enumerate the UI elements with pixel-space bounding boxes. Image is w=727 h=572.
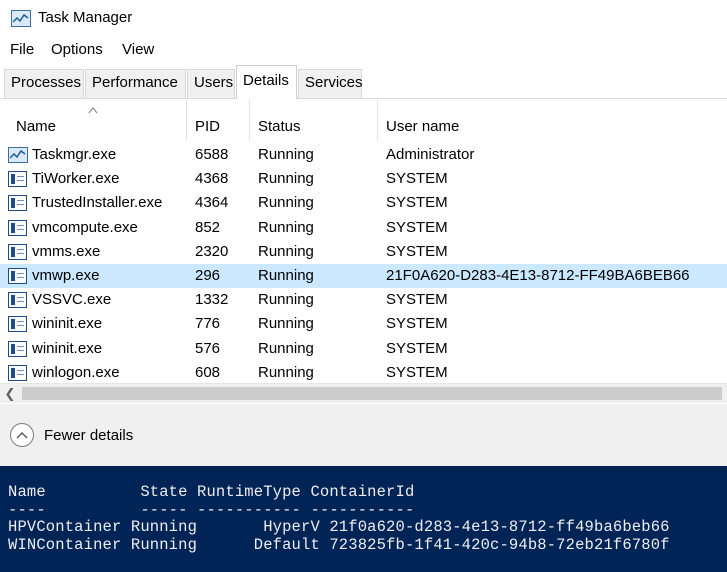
footer-bar: Fewer details xyxy=(0,404,727,466)
scroll-left-icon[interactable]: ❮ xyxy=(0,384,20,403)
process-icon xyxy=(8,364,27,381)
ps-output-line: HPVContainer Running HyperV 21f0a620-d28… xyxy=(8,518,670,536)
process-icon xyxy=(8,195,27,212)
table-row-selected[interactable]: vmwp.exe 296 Running 21F0A620-D283-4E13-… xyxy=(0,263,727,289)
powershell-output: Name State RuntimeType ContainerId ---- … xyxy=(0,466,727,572)
process-status: Running xyxy=(258,170,314,188)
process-icon xyxy=(8,243,27,260)
menu-file[interactable]: File xyxy=(10,41,34,58)
process-icon xyxy=(8,267,27,284)
process-user: SYSTEM xyxy=(386,218,448,236)
table-row[interactable]: wininit.exe 576 Running SYSTEM xyxy=(0,337,727,361)
scrollbar-thumb[interactable] xyxy=(22,387,722,400)
process-status: Running xyxy=(258,242,314,260)
process-user: SYSTEM xyxy=(386,194,448,212)
process-icon xyxy=(8,171,27,188)
process-name: vmms.exe xyxy=(32,242,101,260)
process-pid: 1332 xyxy=(195,291,229,309)
process-name: wininit.exe xyxy=(32,339,103,357)
table-row[interactable]: vmms.exe 2320 Running SYSTEM xyxy=(0,240,727,264)
ps-separator-line: ---- ----- ----------- ----------- xyxy=(8,501,415,519)
fewer-details-link[interactable]: Fewer details xyxy=(44,427,133,444)
process-pid: 296 xyxy=(195,266,221,284)
table-row[interactable]: TiWorker.exe 4368 Running SYSTEM xyxy=(0,167,727,191)
table-row[interactable]: TrustedInstaller.exe 4364 Running SYSTEM xyxy=(0,191,727,215)
column-divider[interactable] xyxy=(186,100,187,140)
column-divider[interactable] xyxy=(249,100,250,140)
process-icon xyxy=(8,292,27,309)
tab-details[interactable]: Details xyxy=(236,65,297,99)
menu-options[interactable]: Options xyxy=(51,41,103,58)
process-name: vmcompute.exe xyxy=(32,218,138,236)
process-pid: 776 xyxy=(195,315,221,333)
process-icon xyxy=(8,316,27,333)
table-row[interactable]: winlogon.exe 608 Running SYSTEM xyxy=(0,361,727,385)
process-name: TrustedInstaller.exe xyxy=(32,194,163,212)
task-manager-icon xyxy=(8,147,28,163)
process-status: Running xyxy=(258,266,314,284)
process-name: VSSVC.exe xyxy=(32,291,112,309)
process-status: Running xyxy=(258,339,314,357)
task-manager-icon xyxy=(11,10,31,27)
process-user: Administrator xyxy=(386,146,475,163)
menu-view[interactable]: View xyxy=(122,41,154,58)
details-grid: Name PID Status User name Taskmgr.exe 65… xyxy=(0,100,727,382)
column-header-user-name[interactable]: User name xyxy=(386,100,686,140)
column-header-pid[interactable]: PID xyxy=(195,100,250,140)
column-divider[interactable] xyxy=(377,100,378,140)
process-name: wininit.exe xyxy=(32,315,103,333)
process-name: winlogon.exe xyxy=(32,363,120,381)
table-row[interactable]: VSSVC.exe 1332 Running SYSTEM xyxy=(0,288,727,312)
column-header-name[interactable]: Name xyxy=(16,100,186,140)
ps-header-line: Name State RuntimeType ContainerId xyxy=(8,483,415,501)
process-name: TiWorker.exe xyxy=(32,170,120,188)
process-pid: 6588 xyxy=(195,146,229,163)
process-status: Running xyxy=(258,194,314,212)
process-user: SYSTEM xyxy=(386,363,448,381)
process-name: vmwp.exe xyxy=(32,266,100,284)
process-pid: 4364 xyxy=(195,194,229,212)
process-status: Running xyxy=(258,146,314,163)
process-name: Taskmgr.exe xyxy=(32,146,117,163)
process-pid: 4368 xyxy=(195,170,229,188)
process-pid: 2320 xyxy=(195,242,229,260)
ps-output-line: WINContainer Running Default 723825fb-1f… xyxy=(8,536,670,554)
table-row[interactable]: vmcompute.exe 852 Running SYSTEM xyxy=(0,216,727,240)
tab-users[interactable]: Users xyxy=(187,69,235,98)
process-icon xyxy=(8,340,27,357)
menu-bar: File Options View xyxy=(0,38,727,62)
process-user: SYSTEM xyxy=(386,170,448,188)
process-user: SYSTEM xyxy=(386,242,448,260)
process-user: SYSTEM xyxy=(386,291,448,309)
process-user: SYSTEM xyxy=(386,315,448,333)
chevron-up-icon[interactable] xyxy=(10,423,34,447)
tab-performance[interactable]: Performance xyxy=(85,69,186,98)
process-status: Running xyxy=(258,218,314,236)
process-list: Taskmgr.exe 6588 Running Administrator T… xyxy=(0,143,727,385)
column-header-status[interactable]: Status xyxy=(258,100,378,140)
process-pid: 576 xyxy=(195,339,221,357)
process-status: Running xyxy=(258,291,314,309)
tab-strip: Processes Performance Users Details Serv… xyxy=(0,63,727,99)
process-status: Running xyxy=(258,363,314,381)
tab-services[interactable]: Services xyxy=(298,69,363,98)
tab-processes[interactable]: Processes xyxy=(4,69,84,98)
process-pid: 608 xyxy=(195,363,221,381)
process-pid: 852 xyxy=(195,218,221,236)
table-row[interactable]: Taskmgr.exe 6588 Running Administrator xyxy=(0,143,727,167)
table-row[interactable]: wininit.exe 776 Running SYSTEM xyxy=(0,312,727,336)
process-icon xyxy=(8,219,27,236)
window-title: Task Manager xyxy=(38,9,133,26)
process-user: 21F0A620-D283-4E13-8712-FF49BA6BEB66 xyxy=(386,266,690,284)
process-user: SYSTEM xyxy=(386,339,448,357)
process-status: Running xyxy=(258,315,314,333)
title-bar: Task Manager xyxy=(0,0,727,38)
horizontal-scrollbar[interactable]: ❮ xyxy=(0,383,727,403)
